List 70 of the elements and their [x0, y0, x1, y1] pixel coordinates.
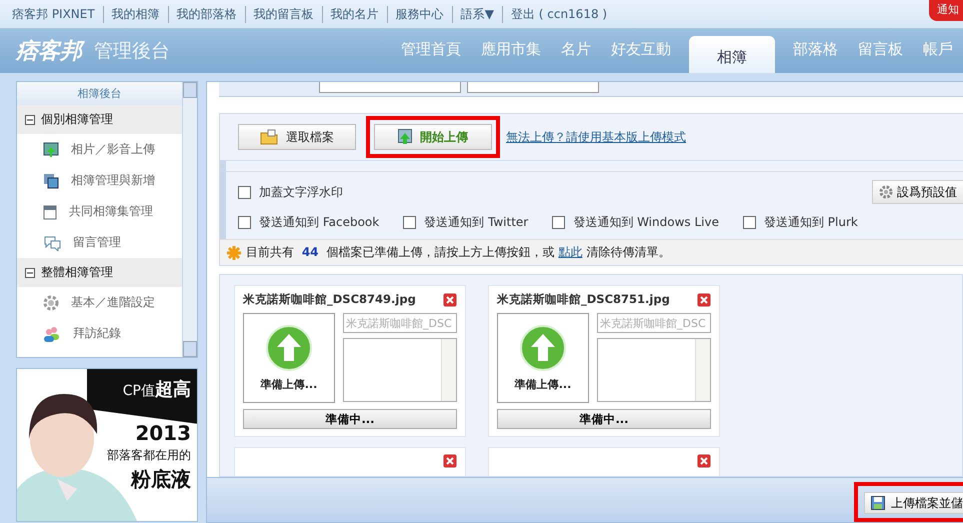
sidebar-title: 相簿後台 [17, 82, 182, 105]
title-field[interactable]: 米克諾斯咖啡館_DSC [343, 313, 457, 333]
folder-icon [260, 129, 278, 145]
file-name: 米克諾斯咖啡館_DSC8751.jpg [497, 292, 670, 307]
top-link[interactable]: 我的部落格 [168, 6, 245, 22]
scrollbar[interactable] [182, 82, 197, 357]
comment-icon [43, 234, 61, 250]
top-link[interactable]: 我的名片 [322, 6, 387, 22]
close-icon[interactable] [443, 454, 457, 468]
status-text: 清除待傳清單。 [586, 244, 670, 261]
close-icon[interactable] [443, 292, 457, 306]
progress-bar: 準備中... [497, 409, 711, 429]
people-icon [43, 326, 61, 342]
calendar-icon [43, 204, 57, 220]
top-link[interactable]: 語系▼ [452, 6, 502, 22]
close-icon[interactable] [697, 454, 711, 468]
gear-icon [879, 185, 893, 199]
status-text: 目前共有 44 個檔案已準備上傳，請按上方上傳按鈕，或 [246, 244, 554, 261]
ad-text: 部落客都在用的 [107, 447, 191, 464]
collapse-icon[interactable] [25, 114, 35, 124]
menu-item[interactable]: 相片／影音上傳 [17, 134, 182, 165]
toolbar-button[interactable] [467, 82, 599, 93]
menu-item[interactable]: 相簿管理與新增 [17, 165, 182, 196]
basic-upload-link[interactable]: 無法上傳？請使用基本版上傳模式 [506, 128, 686, 146]
thumbnail-label: 準備上傳... [260, 376, 318, 392]
group-label: 整體相簿管理 [41, 264, 113, 281]
description-field[interactable] [597, 338, 711, 402]
header-title: 管理後台 [94, 39, 170, 64]
menu-item[interactable]: 基本／進階設定 [17, 287, 182, 318]
group-label: 個別相簿管理 [41, 111, 113, 128]
upload-image-icon [398, 129, 412, 145]
top-link[interactable]: 登出 ( ccn1618 ) [502, 6, 616, 22]
albums-icon [43, 172, 59, 188]
notification-checkbox[interactable]: 發送通知到 Twitter [403, 214, 528, 231]
notification-badge[interactable]: 通知 [929, 0, 963, 21]
ad-text: 粉底液 [131, 466, 191, 493]
ad-text: 超高 [155, 379, 191, 400]
asterisk-icon [226, 244, 242, 260]
set-default-button[interactable]: 設爲預設值 [872, 180, 963, 204]
menu-group[interactable]: 個別相簿管理 [17, 105, 182, 134]
menu-item[interactable]: 共同相簿集管理 [17, 196, 182, 227]
brand-link[interactable]: 痞客邦 PIXNET [12, 6, 103, 22]
gear-icon [43, 294, 59, 310]
thumbnail-label: 準備上傳... [514, 376, 572, 392]
notification-checkbox[interactable]: 發送通知到 Windows Live [552, 214, 719, 231]
upload-image-icon [43, 142, 59, 158]
top-link[interactable]: 我的相簿 [102, 6, 168, 22]
start-upload-button[interactable]: 開始上傳 [374, 124, 492, 150]
select-files-button[interactable]: 選取檔案 [238, 124, 356, 150]
clear-link[interactable]: 點此 [558, 244, 582, 261]
nav-tab[interactable]: 相簿 [689, 36, 775, 73]
close-icon[interactable] [697, 292, 711, 306]
menu-item[interactable]: 拜訪紀錄 [17, 318, 182, 349]
notification-checkbox[interactable]: 發送通知到 Plurk [742, 214, 858, 231]
menu-group[interactable]: 整體相簿管理 [17, 258, 182, 287]
collapse-icon[interactable] [25, 268, 35, 278]
watermark-checkbox[interactable]: 加蓋文字浮水印 [238, 184, 343, 200]
ad-text: CP值 [122, 383, 155, 399]
dropdown[interactable] [319, 82, 461, 93]
top-link[interactable]: 服務中心 [386, 6, 452, 22]
top-link[interactable]: 我的留言板 [244, 6, 322, 22]
description-field[interactable] [343, 338, 457, 402]
progress-bar: 準備中... [243, 409, 457, 429]
save-upload-button[interactable]: 上傳檔案並儲 [864, 492, 963, 514]
ad-banner[interactable]: CP值超高 2013 部落客都在用的 粉底液 [16, 368, 198, 522]
title-field[interactable]: 米克諾斯咖啡館_DSC [597, 313, 711, 333]
notification-checkbox[interactable]: 發送通知到 Facebook [238, 214, 380, 231]
ad-text: 2013 [135, 421, 191, 445]
file-name: 米克諾斯咖啡館_DSC8749.jpg [243, 292, 416, 307]
menu-item[interactable]: 留言管理 [17, 227, 182, 258]
